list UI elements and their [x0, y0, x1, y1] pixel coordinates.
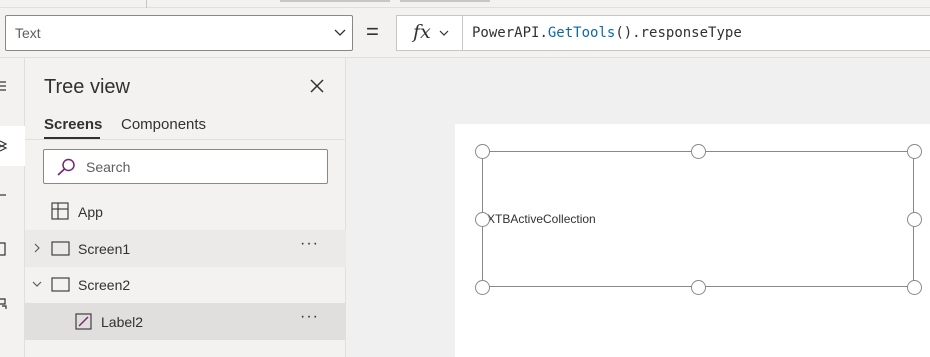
chevron-down-icon: [334, 29, 346, 36]
chevron-right-icon[interactable]: [32, 243, 42, 253]
tree-view-panel: Tree view Screens Components App: [25, 58, 346, 357]
screen-icon: [51, 241, 70, 256]
resize-handle-bottom-left[interactable]: [475, 280, 490, 295]
app-icon: [51, 202, 69, 220]
resize-handle-right[interactable]: [907, 212, 922, 227]
formula-function: GetTools: [547, 25, 616, 41]
tree-item-screen1[interactable]: Screen1 ···: [25, 230, 346, 267]
label-control-text: XTBActiveCollection: [487, 212, 596, 226]
equals-sign: =: [366, 19, 379, 44]
function-button[interactable]: fx: [396, 15, 462, 51]
formula-dot: .: [539, 25, 548, 41]
layers-icon: [0, 140, 8, 152]
formula-object: PowerAPI: [472, 25, 540, 41]
tree-item-label: App: [78, 204, 103, 220]
tree-item-label: Label2: [101, 314, 144, 330]
close-icon[interactable]: [308, 77, 326, 95]
resize-handle-top[interactable]: [691, 144, 706, 159]
resize-handle-top-left[interactable]: [475, 144, 490, 159]
label-edit-icon: [75, 313, 92, 330]
resize-handle-bottom-right[interactable]: [907, 280, 922, 295]
tree-item-screen2[interactable]: Screen2: [25, 266, 346, 303]
insert-icon[interactable]: [0, 188, 14, 202]
search-input[interactable]: [86, 158, 316, 176]
top-toolbar-strip: [0, 0, 930, 8]
left-rail: [0, 58, 25, 357]
property-dropdown[interactable]: Text: [5, 15, 353, 51]
more-icon[interactable]: ···: [300, 308, 319, 326]
media-icon[interactable]: [0, 296, 14, 310]
chevron-down-icon: [439, 30, 449, 36]
toolbar-tab-edge: [280, 0, 390, 2]
tree-item-label2[interactable]: Label2 ···: [25, 303, 346, 340]
data-icon[interactable]: [0, 242, 14, 256]
tree-item-app[interactable]: App: [25, 193, 346, 230]
search-icon: [57, 158, 75, 176]
more-icon[interactable]: ···: [300, 235, 319, 253]
tabs-divider: [25, 139, 346, 140]
property-value: Text: [15, 25, 41, 41]
toolbar-separator: [146, 0, 147, 8]
toolbar-tab-edge: [400, 0, 490, 2]
tree-item-label: Screen1: [78, 241, 131, 257]
tab-screens[interactable]: Screens: [44, 116, 102, 133]
power-apps-studio: Text = fx PowerAPI.GetTools().responseTy…: [0, 0, 930, 357]
formula-bar: Text = fx PowerAPI.GetTools().responseTy…: [0, 8, 930, 58]
hamburger-icon[interactable]: [0, 78, 14, 92]
rail-selected-tree[interactable]: [0, 126, 25, 166]
formula-rest: ().responseType: [615, 25, 742, 41]
fx-icon: fx: [413, 21, 431, 43]
search-box[interactable]: [43, 149, 328, 184]
tree-item-label: Screen2: [78, 277, 131, 293]
tree-view-title: Tree view: [44, 76, 130, 98]
screen-icon: [51, 277, 70, 292]
tab-components[interactable]: Components: [121, 116, 206, 133]
chevron-down-icon[interactable]: [32, 279, 42, 289]
resize-handle-bottom[interactable]: [691, 280, 706, 295]
resize-handle-left[interactable]: [475, 212, 490, 227]
formula-text: PowerAPI.GetTools().responseType: [472, 25, 742, 41]
formula-input[interactable]: PowerAPI.GetTools().responseType: [462, 15, 930, 51]
resize-handle-top-right[interactable]: [907, 144, 922, 159]
